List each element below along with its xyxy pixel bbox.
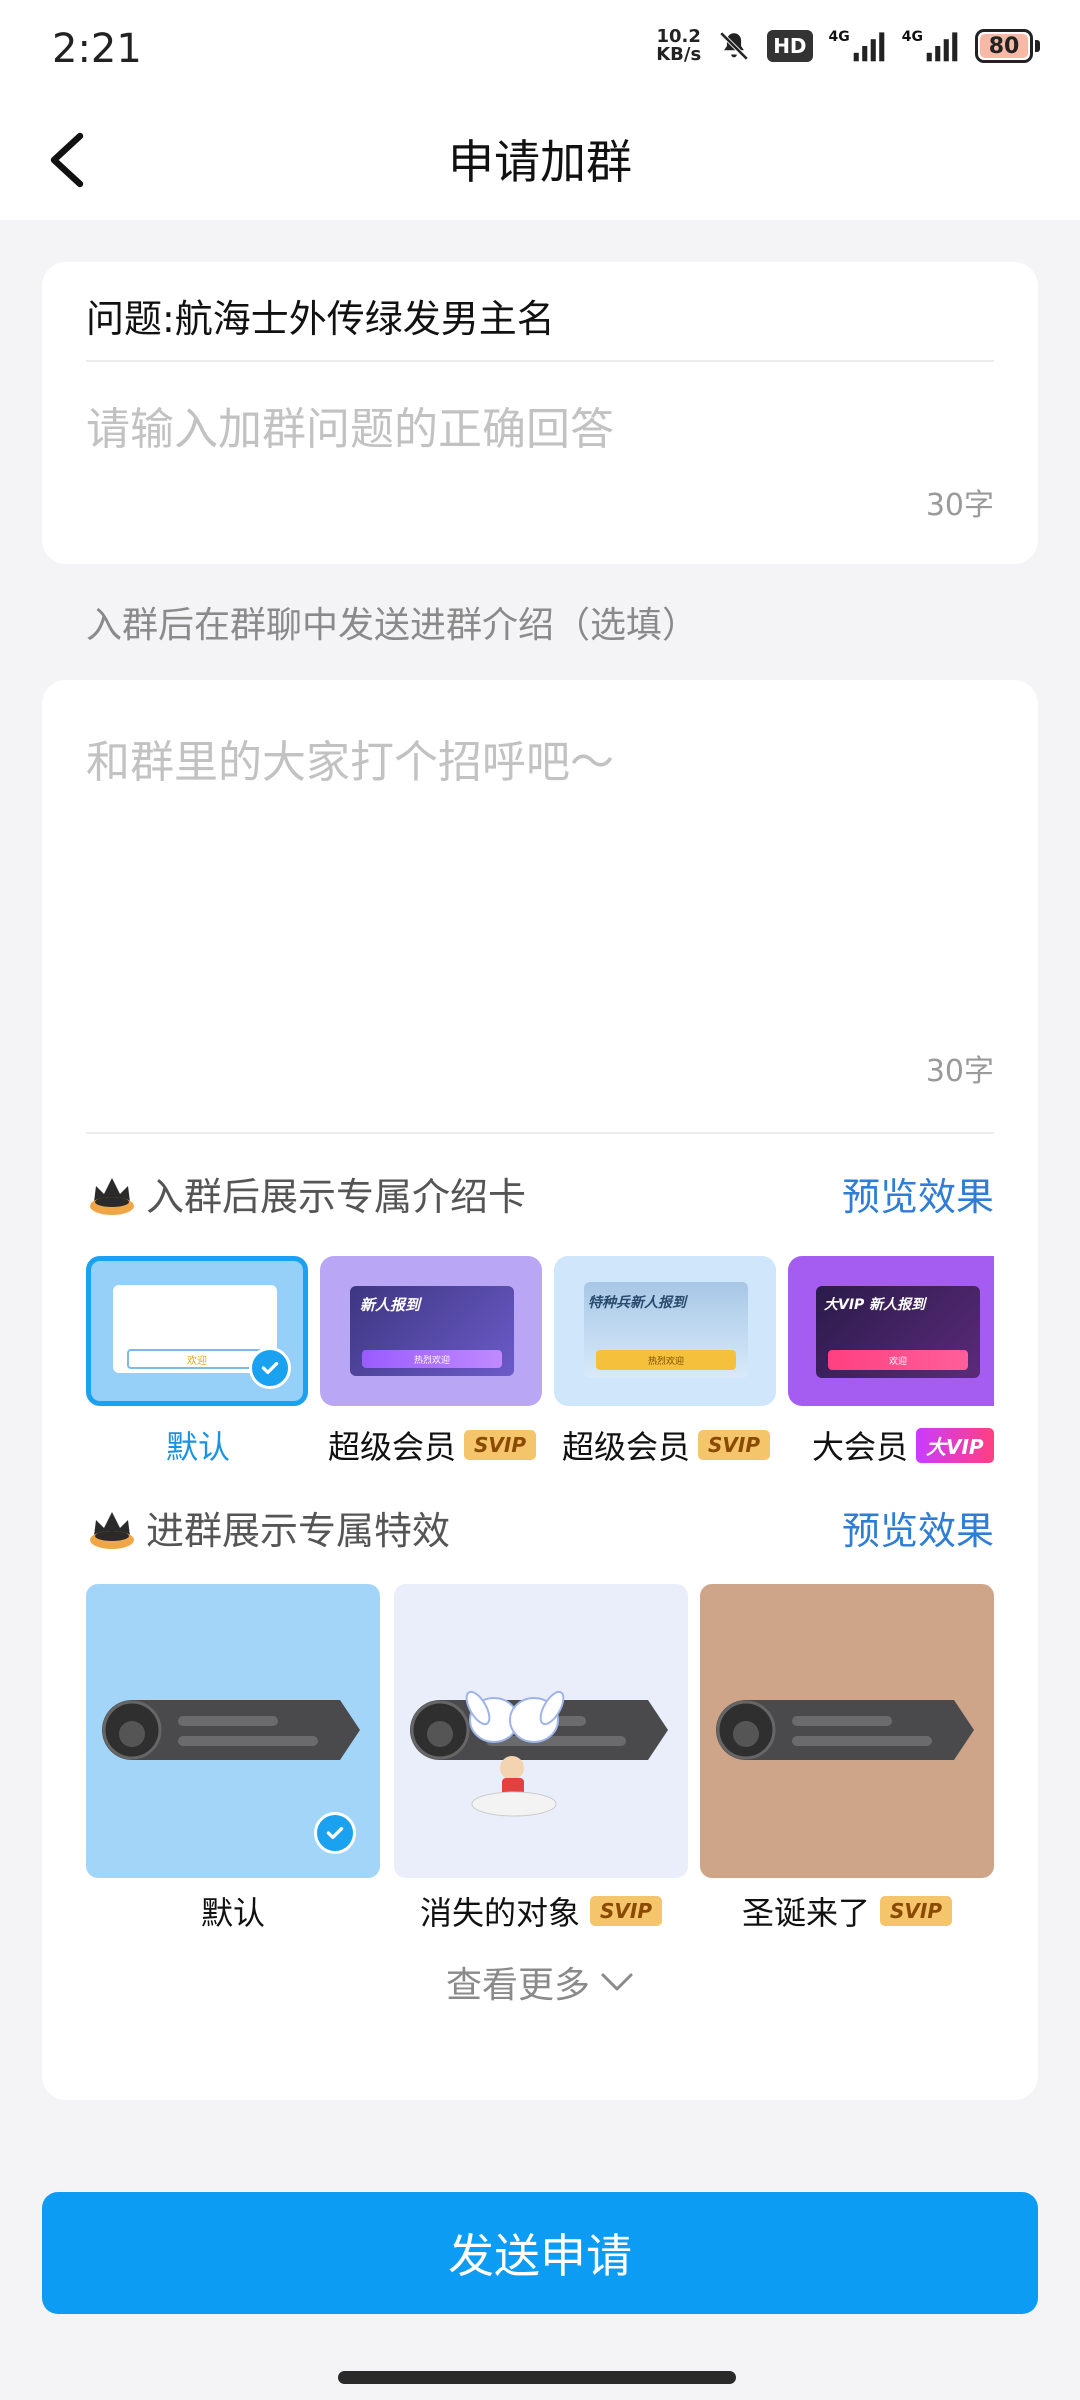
intro-card-section-header: 入群后展示专属介绍卡 预览效果 (86, 1166, 994, 1221)
send-request-button[interactable]: 发送申请 (42, 2192, 1038, 2314)
intro-card-option-default[interactable]: 欢迎 (86, 1256, 308, 1406)
nav-bar: 申请加群 (0, 100, 1080, 220)
intro-card-label: 大会员 大VIP (812, 1422, 994, 1468)
preview-card-link[interactable]: 预览效果 (842, 1166, 994, 1221)
network-speed: 10.2 KB/s (656, 26, 702, 65)
intro-char-count: 30字 (925, 1054, 994, 1089)
intro-card-section-title: 入群后展示专属介绍卡 (146, 1175, 527, 1219)
signal-1: 4G (829, 29, 886, 63)
effect-option-default[interactable] (86, 1584, 380, 1878)
mute-bell-icon (719, 31, 749, 61)
svip-badge: SVIP (698, 1430, 770, 1460)
effect-section-title: 进群展示专属特效 (146, 1509, 451, 1553)
intro-card-option-svip-2[interactable]: 特种兵新人报到 热烈欢迎 (554, 1256, 776, 1406)
join-banner-preview (102, 1700, 360, 1760)
intro-card-options: 欢迎 新人报到 热烈欢迎 特种兵新人报到 热烈欢迎 大VIP 新人报到 欢迎 (86, 1256, 994, 1406)
bigvip-badge: 大VIP (916, 1427, 994, 1463)
join-banner-preview (716, 1700, 974, 1760)
intro-card: 30字 入群后展示专属介绍卡 预览效果 欢迎 新人报到 热烈欢迎 (42, 680, 1038, 2100)
signal-bars-icon (926, 32, 958, 62)
crown-icon (90, 1511, 134, 1549)
signal-bars-icon (853, 32, 885, 62)
svip-badge: SVIP (590, 1896, 662, 1926)
status-bar: 2:21 10.2 KB/s HD 4G 4G 80 (0, 0, 1080, 100)
intro-card-option-svip-1[interactable]: 新人报到 热烈欢迎 (320, 1256, 542, 1406)
selected-check-icon (314, 1812, 356, 1854)
effect-option-christmas[interactable] (700, 1584, 994, 1878)
intro-card-option-bigvip[interactable]: 大VIP 新人报到 欢迎 (788, 1256, 994, 1406)
divider (86, 1132, 994, 1134)
intro-card-label: 超级会员 SVIP (562, 1422, 770, 1468)
answer-char-count: 30字 (925, 488, 994, 523)
crown-icon (90, 1177, 134, 1215)
intro-caption: 入群后在群聊中发送进群介绍（选填） (86, 605, 699, 646)
page-title: 申请加群 (448, 135, 632, 189)
svip-badge: SVIP (464, 1430, 536, 1460)
effect-label: 默认 (200, 1894, 265, 1932)
preview-effect-link[interactable]: 预览效果 (842, 1500, 994, 1555)
divider (86, 360, 994, 362)
intro-card-label: 超级会员 SVIP (328, 1422, 536, 1468)
intro-card-label: 默认 (166, 1428, 231, 1466)
question-card: 问题:航海士外传绿发男主名 30字 (42, 262, 1038, 564)
signal-2: 4G (902, 29, 959, 63)
intro-textarea[interactable] (86, 726, 986, 1026)
question-text: 问题:航海士外传绿发男主名 (86, 297, 555, 341)
effect-option-vanish[interactable] (394, 1584, 688, 1878)
rabbit-mascot-icon (465, 1690, 565, 1817)
see-more-button[interactable]: 查看更多 (42, 1956, 1038, 2008)
hd-badge: HD (767, 30, 813, 62)
svip-badge: SVIP (880, 1896, 952, 1926)
status-time: 2:21 (52, 26, 142, 72)
chevron-down-icon (601, 1973, 633, 1991)
effect-section-header: 进群展示专属特效 预览效果 (86, 1500, 994, 1555)
effect-label: 圣诞来了 SVIP (700, 1888, 994, 1934)
home-indicator[interactable] (338, 2371, 736, 2384)
status-icons: 10.2 KB/s HD 4G 4G 80 (656, 28, 1040, 64)
selected-check-icon (249, 1347, 291, 1389)
battery-icon: 80 (975, 29, 1040, 63)
answer-input[interactable] (86, 404, 946, 455)
effect-label: 消失的对象 SVIP (394, 1888, 688, 1934)
